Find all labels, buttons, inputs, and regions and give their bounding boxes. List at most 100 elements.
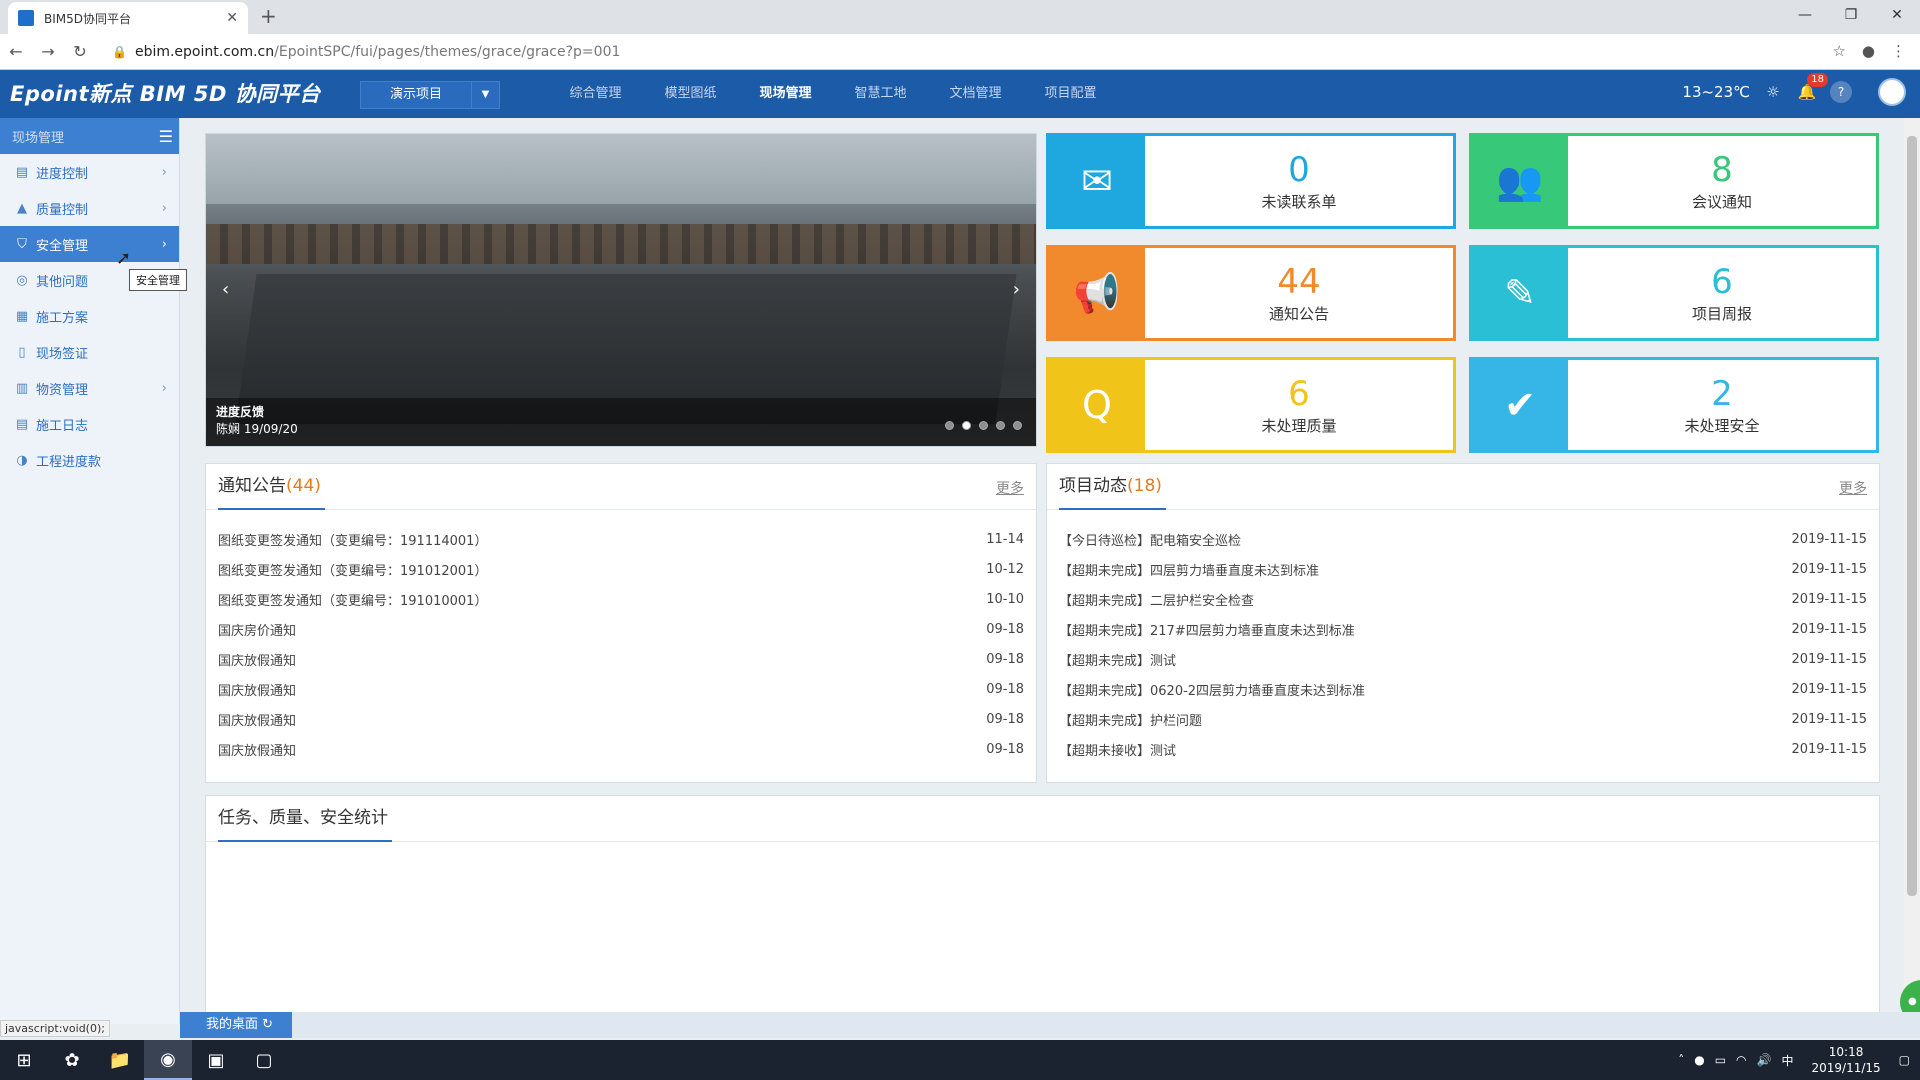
browser-tab[interactable]: BIM5D协同平台 ✕	[8, 2, 248, 34]
carousel-next-icon[interactable]: ›	[1013, 279, 1020, 300]
security-icon[interactable]: ●	[1694, 1053, 1704, 1067]
restore-button[interactable]: ❐	[1828, 0, 1874, 30]
nav-item-smart-site[interactable]: 智慧工地	[833, 70, 928, 118]
refresh-icon[interactable]: ↻	[262, 1017, 273, 1032]
list-item-title[interactable]: 图纸变更签发通知（变更编号：191010001）	[218, 590, 986, 609]
stat-card-quality[interactable]: Q 6 未处理质量	[1046, 357, 1456, 453]
stat-card-safety[interactable]: ✔ 2 未处理安全	[1469, 357, 1879, 453]
green-app-icon[interactable]: ▣	[192, 1040, 240, 1080]
carousel-dot[interactable]	[962, 421, 971, 430]
clock[interactable]: 10:18 2019/11/15	[1811, 1044, 1880, 1076]
nav-item-docs[interactable]: 文档管理	[928, 70, 1023, 118]
minimize-button[interactable]: —	[1782, 0, 1828, 30]
windows-start-icon[interactable]: ⊞	[0, 1040, 48, 1080]
nav-item-config[interactable]: 项目配置	[1023, 70, 1118, 118]
nav-item-site[interactable]: 现场管理	[738, 70, 833, 118]
editor-app-icon[interactable]: ▢	[240, 1040, 288, 1080]
app-icon[interactable]: ✿	[48, 1040, 96, 1080]
list-item-title[interactable]: 图纸变更签发通知（变更编号：191012001）	[218, 560, 986, 579]
list-item[interactable]: 【超期未完成】二层护栏安全检查 2019-11-15	[1047, 584, 1879, 614]
volume-icon[interactable]: 🔊	[1757, 1053, 1772, 1067]
carousel-dot[interactable]	[1013, 421, 1022, 430]
list-item-title[interactable]: 【今日待巡检】配电箱安全巡检	[1059, 530, 1791, 549]
list-item[interactable]: 【今日待巡检】配电箱安全巡检 2019-11-15	[1047, 524, 1879, 554]
back-button[interactable]: ←	[0, 42, 32, 61]
sidebar-item-material[interactable]: ▥ 物资管理 ›	[0, 370, 179, 406]
url-field[interactable]: 🔒 ebim.epoint.com.cn/EpointSPC/fui/pages…	[112, 40, 1792, 64]
list-item[interactable]: 【超期未完成】护栏问题 2019-11-15	[1047, 704, 1879, 734]
stat-card-notice[interactable]: 📢 44 通知公告	[1046, 245, 1456, 341]
menu-toggle-icon[interactable]: ☰	[159, 127, 173, 146]
list-item[interactable]: 【超期未完成】四层剪力墙垂直度未达到标准 2019-11-15	[1047, 554, 1879, 584]
more-link[interactable]: 更多	[996, 478, 1024, 498]
list-item-title[interactable]: 【超期未完成】二层护栏安全检查	[1059, 590, 1791, 609]
carousel-prev-icon[interactable]: ‹	[222, 279, 229, 300]
list-item[interactable]: 图纸变更签发通知（变更编号：191012001） 10-12	[206, 554, 1036, 584]
sidebar-item-visa[interactable]: ▯ 现场签证	[0, 334, 179, 370]
list-item[interactable]: 国庆放假通知 09-18	[206, 734, 1036, 764]
more-link[interactable]: 更多	[1839, 478, 1867, 498]
photo-carousel[interactable]: ‹ › 进度反馈 陈娴 19/09/20	[205, 133, 1037, 447]
chevron-down-icon[interactable]: ▼	[471, 82, 499, 108]
nav-item-general[interactable]: 综合管理	[548, 70, 643, 118]
nav-item-model[interactable]: 模型图纸	[643, 70, 738, 118]
list-item[interactable]: 【超期未完成】测试 2019-11-15	[1047, 644, 1879, 674]
ime-indicator[interactable]: 中	[1781, 1052, 1793, 1069]
action-center-icon[interactable]: ▢	[1899, 1053, 1910, 1067]
sidebar-item-progress[interactable]: ▤ 进度控制 ›	[0, 154, 179, 190]
list-item-title[interactable]: 【超期未完成】护栏问题	[1059, 710, 1791, 729]
sidebar-item-quality[interactable]: ▲ 质量控制 ›	[0, 190, 179, 226]
desk-tab[interactable]: 我的桌面 ↻	[180, 1012, 292, 1038]
list-item-title[interactable]: 【超期未完成】测试	[1059, 650, 1791, 669]
sidebar-item-safety[interactable]: ⛉ 安全管理 ›	[0, 226, 179, 262]
battery-icon[interactable]: ▭	[1715, 1053, 1726, 1067]
list-item[interactable]: 国庆放假通知 09-18	[206, 674, 1036, 704]
list-item-title[interactable]: 国庆放假通知	[218, 740, 986, 759]
list-item-title[interactable]: 【超期未完成】四层剪力墙垂直度未达到标准	[1059, 560, 1791, 579]
list-item-title[interactable]: 国庆放假通知	[218, 650, 986, 669]
sidebar-item-log[interactable]: ▤ 施工日志	[0, 406, 179, 442]
avatar[interactable]	[1878, 78, 1906, 106]
page-scrollbar[interactable]	[1904, 118, 1920, 1038]
bell-icon[interactable]: 🔔 18	[1796, 73, 1828, 103]
reload-button[interactable]: ↻	[64, 42, 96, 61]
file-explorer-icon[interactable]: 📁	[96, 1040, 144, 1080]
stat-card-meeting[interactable]: 👥 8 会议通知	[1469, 133, 1879, 229]
scrollbar-thumb[interactable]	[1907, 136, 1917, 896]
close-tab-icon[interactable]: ✕	[226, 10, 238, 26]
list-item-title[interactable]: 【超期未接收】测试	[1059, 740, 1791, 759]
list-item-title[interactable]: 国庆房价通知	[218, 620, 986, 639]
help-icon[interactable]: ?	[1830, 81, 1852, 103]
forward-button[interactable]: →	[32, 42, 64, 61]
close-window-button[interactable]: ✕	[1874, 0, 1920, 30]
list-item[interactable]: 【超期未完成】217#四层剪力墙垂直度未达到标准 2019-11-15	[1047, 614, 1879, 644]
browser-menu-icon[interactable]: ⋮	[1891, 42, 1906, 60]
list-item[interactable]: 【超期未接收】测试 2019-11-15	[1047, 734, 1879, 764]
wifi-icon[interactable]: ◠	[1736, 1053, 1746, 1067]
bookmark-star-icon[interactable]: ☆	[1832, 42, 1845, 60]
list-item-title[interactable]: 国庆放假通知	[218, 680, 986, 699]
project-select[interactable]: 演示项目 ▼	[360, 81, 500, 109]
sidebar-item-plan[interactable]: ▦ 施工方案	[0, 298, 179, 334]
list-item[interactable]: 国庆房价通知 09-18	[206, 614, 1036, 644]
list-item-title[interactable]: 【超期未完成】0620-2四层剪力墙垂直度未达到标准	[1059, 680, 1791, 699]
stat-card-unread-contact[interactable]: ✉ 0 未读联系单	[1046, 133, 1456, 229]
sidebar-item-payment[interactable]: ◑ 工程进度款	[0, 442, 179, 478]
list-item-title[interactable]: 图纸变更签发通知（变更编号：191114001）	[218, 530, 986, 549]
list-item[interactable]: 图纸变更签发通知（变更编号：191010001） 10-10	[206, 584, 1036, 614]
list-item[interactable]: 图纸变更签发通知（变更编号：191114001） 11-14	[206, 524, 1036, 554]
list-item[interactable]: 国庆放假通知 09-18	[206, 644, 1036, 674]
profile-icon[interactable]: ●	[1862, 42, 1875, 60]
sun-icon: ☼	[1766, 83, 1780, 101]
tray-chevron-icon[interactable]: ˄	[1678, 1053, 1684, 1067]
list-item[interactable]: 【超期未完成】0620-2四层剪力墙垂直度未达到标准 2019-11-15	[1047, 674, 1879, 704]
stat-card-weekly-report[interactable]: ✎ 6 项目周报	[1469, 245, 1879, 341]
list-item-title[interactable]: 【超期未完成】217#四层剪力墙垂直度未达到标准	[1059, 620, 1791, 639]
list-item[interactable]: 国庆放假通知 09-18	[206, 704, 1036, 734]
carousel-dot[interactable]	[945, 421, 954, 430]
new-tab-button[interactable]: +	[260, 4, 277, 28]
carousel-dot[interactable]	[996, 421, 1005, 430]
list-item-title[interactable]: 国庆放假通知	[218, 710, 986, 729]
carousel-dot[interactable]	[979, 421, 988, 430]
chrome-icon[interactable]: ◉	[144, 1040, 192, 1080]
